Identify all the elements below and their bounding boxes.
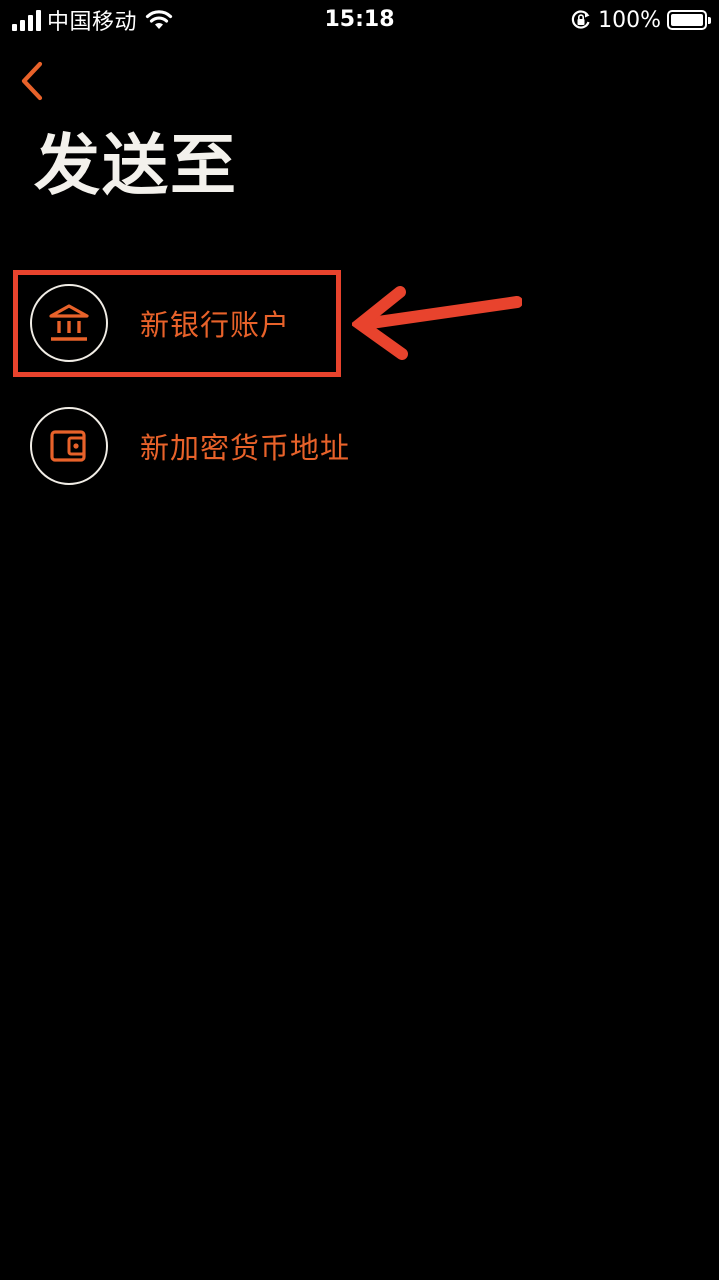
battery-fill bbox=[671, 14, 703, 26]
battery-icon bbox=[667, 10, 711, 30]
chevron-left-icon bbox=[21, 61, 43, 101]
option-label: 新加密货币地址 bbox=[140, 431, 351, 465]
status-bar: 中国移动 15:18 100% bbox=[0, 0, 719, 40]
page-title: 发送至 bbox=[34, 127, 238, 204]
annotation-highlight-box bbox=[13, 270, 341, 377]
option-new-crypto-address[interactable]: 新加密货币地址 bbox=[30, 406, 450, 486]
wallet-icon-circle bbox=[30, 407, 108, 485]
orientation-lock-icon bbox=[571, 10, 590, 29]
annotation-arrow-icon bbox=[352, 286, 522, 360]
battery-percentage: 100% bbox=[598, 7, 661, 33]
back-button[interactable] bbox=[12, 58, 52, 104]
wallet-icon bbox=[50, 430, 86, 462]
status-right: 100% bbox=[570, 6, 711, 34]
